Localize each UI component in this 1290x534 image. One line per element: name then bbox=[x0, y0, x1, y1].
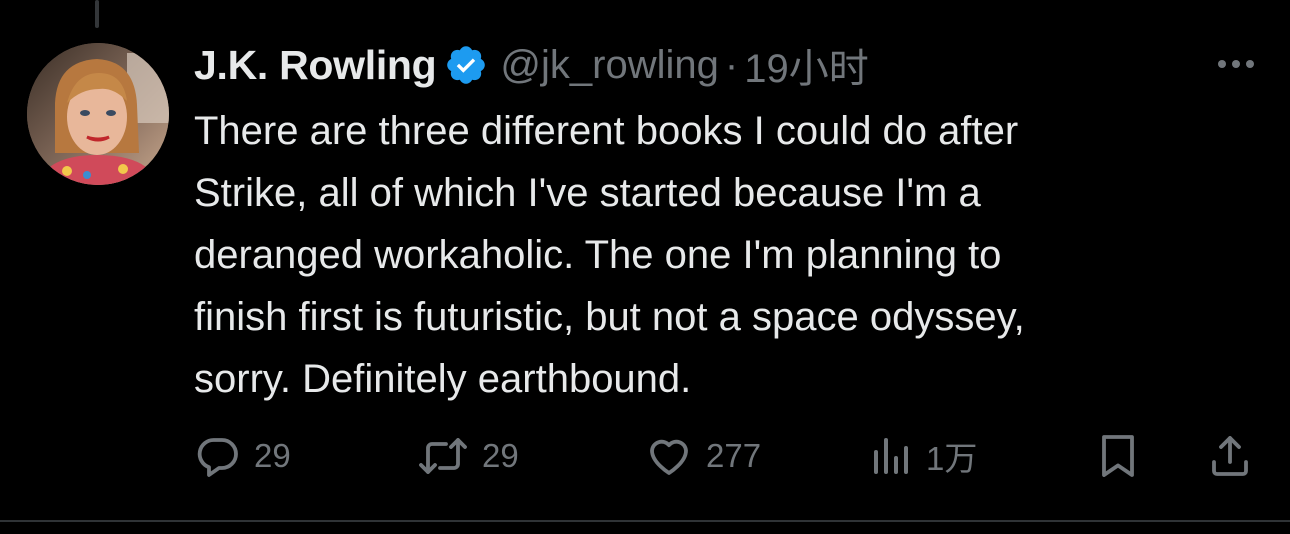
separator-dot: · bbox=[724, 42, 739, 87]
tweet-timestamp[interactable]: 19小时 bbox=[744, 36, 869, 94]
repost-button[interactable]: 29 bbox=[416, 428, 519, 484]
bookmark-button[interactable] bbox=[1094, 428, 1142, 484]
views-chart-icon bbox=[870, 432, 914, 480]
author-display-name[interactable]: J.K. Rowling bbox=[194, 42, 437, 89]
views-count: 1万 bbox=[926, 440, 978, 477]
avatar[interactable] bbox=[27, 43, 169, 185]
author-handle[interactable]: @jk_rowling bbox=[500, 43, 718, 88]
reply-button[interactable]: 29 bbox=[194, 428, 291, 484]
tweet-divider bbox=[0, 520, 1290, 522]
bookmark-icon bbox=[1094, 431, 1142, 481]
tweet-header: J.K. Rowling @jk_rowling · 19小时 bbox=[194, 40, 869, 92]
like-button[interactable]: 277 bbox=[644, 428, 761, 484]
tweet-text: There are three different books I could … bbox=[194, 109, 1025, 401]
tweet-actions-bar: 29 29 277 1万 bbox=[194, 428, 1264, 484]
views-button[interactable]: 1万 bbox=[870, 428, 977, 484]
repost-icon bbox=[416, 432, 470, 480]
thread-connector-line bbox=[95, 0, 99, 28]
share-icon bbox=[1206, 431, 1254, 481]
like-count: 277 bbox=[706, 437, 762, 474]
share-button[interactable] bbox=[1206, 428, 1254, 484]
reply-icon bbox=[194, 432, 242, 480]
heart-icon bbox=[644, 432, 694, 480]
repost-count: 29 bbox=[482, 437, 519, 474]
more-dots-icon[interactable] bbox=[1212, 50, 1260, 78]
reply-count: 29 bbox=[254, 437, 291, 474]
verified-badge-icon bbox=[444, 43, 488, 87]
